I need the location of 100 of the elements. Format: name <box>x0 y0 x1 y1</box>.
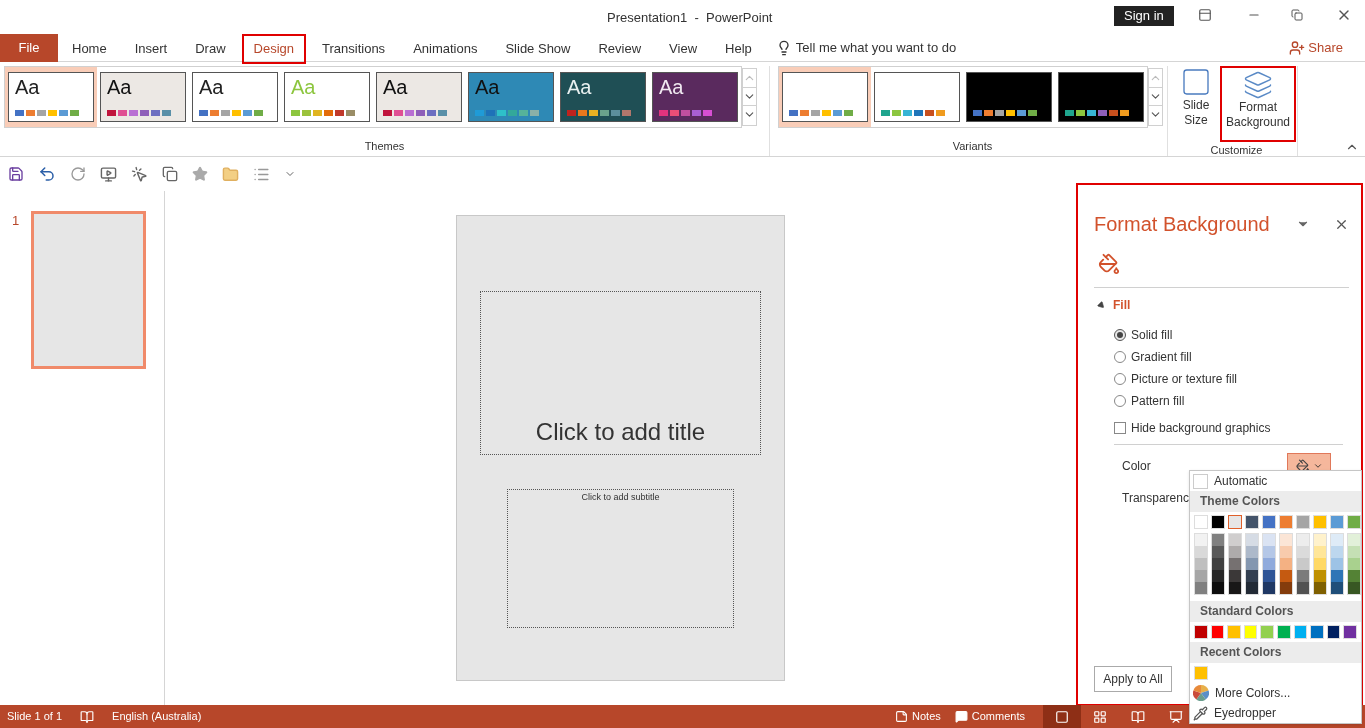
color-swatch[interactable] <box>1263 570 1275 582</box>
color-swatch[interactable] <box>1348 534 1360 546</box>
color-swatch[interactable] <box>1246 582 1258 594</box>
color-swatch[interactable] <box>1331 582 1343 594</box>
color-swatch[interactable] <box>1331 546 1343 558</box>
color-swatch[interactable] <box>1280 534 1292 546</box>
more-colors-option[interactable]: More Colors... <box>1190 683 1361 703</box>
restore-icon[interactable] <box>1291 9 1303 21</box>
hide-graphics-checkbox[interactable]: Hide background graphics <box>1114 420 1349 436</box>
comments-button[interactable]: Comments <box>954 708 1025 725</box>
apply-to-all-button[interactable]: Apply to All <box>1094 666 1172 692</box>
color-swatch[interactable] <box>1331 534 1343 546</box>
color-swatch[interactable] <box>1229 534 1241 546</box>
color-swatch[interactable] <box>1195 534 1207 546</box>
color-swatch[interactable] <box>1229 582 1241 594</box>
color-swatch[interactable] <box>1195 570 1207 582</box>
color-swatch[interactable] <box>1348 558 1360 570</box>
slides-icon[interactable] <box>162 166 178 182</box>
theme-thumbnail[interactable]: Aa <box>465 67 557 127</box>
color-swatch[interactable] <box>1263 558 1275 570</box>
color-swatch[interactable] <box>1246 570 1258 582</box>
color-swatch[interactable] <box>1314 558 1326 570</box>
theme-thumbnail[interactable]: Aa <box>649 67 741 127</box>
automatic-option[interactable]: Automatic <box>1190 471 1361 491</box>
ribbon-tab[interactable]: Draw <box>183 34 238 64</box>
color-swatch[interactable] <box>1348 570 1360 582</box>
notes-button[interactable]: Notes <box>895 708 941 725</box>
color-swatch[interactable] <box>1246 558 1258 570</box>
touch-mode-icon[interactable] <box>131 165 148 183</box>
color-swatch[interactable] <box>1212 582 1224 594</box>
color-swatch[interactable] <box>1195 546 1207 558</box>
color-swatch[interactable] <box>1212 534 1224 546</box>
radio-label[interactable]: Solid fill <box>1131 326 1173 344</box>
color-swatch[interactable] <box>1212 558 1224 570</box>
ribbon-tab[interactable]: Animations <box>401 34 490 64</box>
color-swatch[interactable] <box>1297 534 1309 546</box>
theme-thumbnail[interactable]: Aa <box>97 67 189 127</box>
eyedropper-option[interactable]: Eyedropper <box>1190 703 1361 723</box>
color-swatch[interactable] <box>1229 558 1241 570</box>
folder-icon[interactable] <box>222 165 239 183</box>
color-swatch[interactable] <box>1297 570 1309 582</box>
sign-in-button[interactable]: Sign in <box>1114 6 1174 26</box>
color-swatch[interactable] <box>1314 534 1326 546</box>
color-swatch[interactable] <box>1314 582 1326 594</box>
radio-button[interactable] <box>1114 395 1126 407</box>
slide-size-button[interactable]: Slide Size <box>1176 66 1216 142</box>
color-swatch[interactable] <box>1263 546 1275 558</box>
theme-thumbnail[interactable]: Aa <box>557 67 649 127</box>
ribbon-tab[interactable]: Slide Show <box>493 34 583 64</box>
color-swatch[interactable] <box>1280 570 1292 582</box>
ribbon-tab[interactable]: Insert <box>122 34 180 64</box>
color-swatch[interactable] <box>1280 558 1292 570</box>
redo-icon[interactable] <box>70 166 86 182</box>
format-background-button[interactable]: Format Background <box>1220 66 1296 142</box>
color-swatch[interactable] <box>1331 558 1343 570</box>
color-swatch[interactable] <box>1297 558 1309 570</box>
subtitle-placeholder[interactable]: Click to add subtitle <box>507 489 734 628</box>
slideshow-icon[interactable] <box>100 165 117 183</box>
ribbon-display-icon[interactable] <box>1198 8 1212 22</box>
spelling-check-icon[interactable] <box>80 709 95 724</box>
slide-thumbnail[interactable] <box>31 211 147 369</box>
color-swatch[interactable] <box>1246 534 1258 546</box>
share-button[interactable]: Share <box>1289 34 1343 61</box>
file-tab[interactable]: File <box>0 34 58 62</box>
color-swatch[interactable] <box>1297 582 1309 594</box>
tell-me-search[interactable]: Tell me what you want to do <box>775 34 957 61</box>
language-status[interactable]: English (Australia) <box>112 708 202 725</box>
color-swatch[interactable] <box>1229 570 1241 582</box>
ribbon-tab[interactable]: Design <box>241 34 306 64</box>
color-swatch[interactable] <box>1195 558 1207 570</box>
color-swatch[interactable] <box>1263 582 1275 594</box>
radio-button[interactable] <box>1114 373 1126 385</box>
view-button[interactable] <box>1043 705 1081 728</box>
undo-icon[interactable] <box>38 165 56 183</box>
color-swatch[interactable] <box>1228 515 1242 529</box>
ribbon-tab[interactable]: Review <box>586 34 654 64</box>
ribbon-tab[interactable]: View <box>657 34 710 64</box>
radio-label[interactable]: Picture or texture fill <box>1131 370 1238 388</box>
color-swatch[interactable] <box>1331 570 1343 582</box>
save-icon[interactable] <box>8 166 24 182</box>
color-swatch[interactable] <box>1280 582 1292 594</box>
theme-thumbnail[interactable]: Aa <box>189 67 281 127</box>
color-swatch[interactable] <box>1212 570 1224 582</box>
radio-button[interactable] <box>1114 351 1126 363</box>
ribbon-tab[interactable]: Home <box>60 34 119 64</box>
color-swatch[interactable] <box>1348 546 1360 558</box>
color-swatch[interactable] <box>1314 546 1326 558</box>
theme-thumbnail[interactable]: Aa <box>373 67 465 127</box>
color-swatch[interactable] <box>1229 546 1241 558</box>
color-swatch[interactable] <box>1263 534 1275 546</box>
color-swatch[interactable] <box>1280 546 1292 558</box>
color-swatch[interactable] <box>1314 570 1326 582</box>
color-swatch[interactable] <box>1348 582 1360 594</box>
color-swatch[interactable] <box>1195 582 1207 594</box>
color-swatch[interactable] <box>1246 546 1258 558</box>
radio-button[interactable] <box>1114 329 1126 341</box>
star-icon[interactable] <box>192 166 208 182</box>
title-placeholder[interactable]: Click to add title <box>480 291 761 455</box>
fill-section-header[interactable]: Fill <box>1098 296 1349 314</box>
radio-label[interactable]: Pattern fill <box>1131 392 1185 410</box>
